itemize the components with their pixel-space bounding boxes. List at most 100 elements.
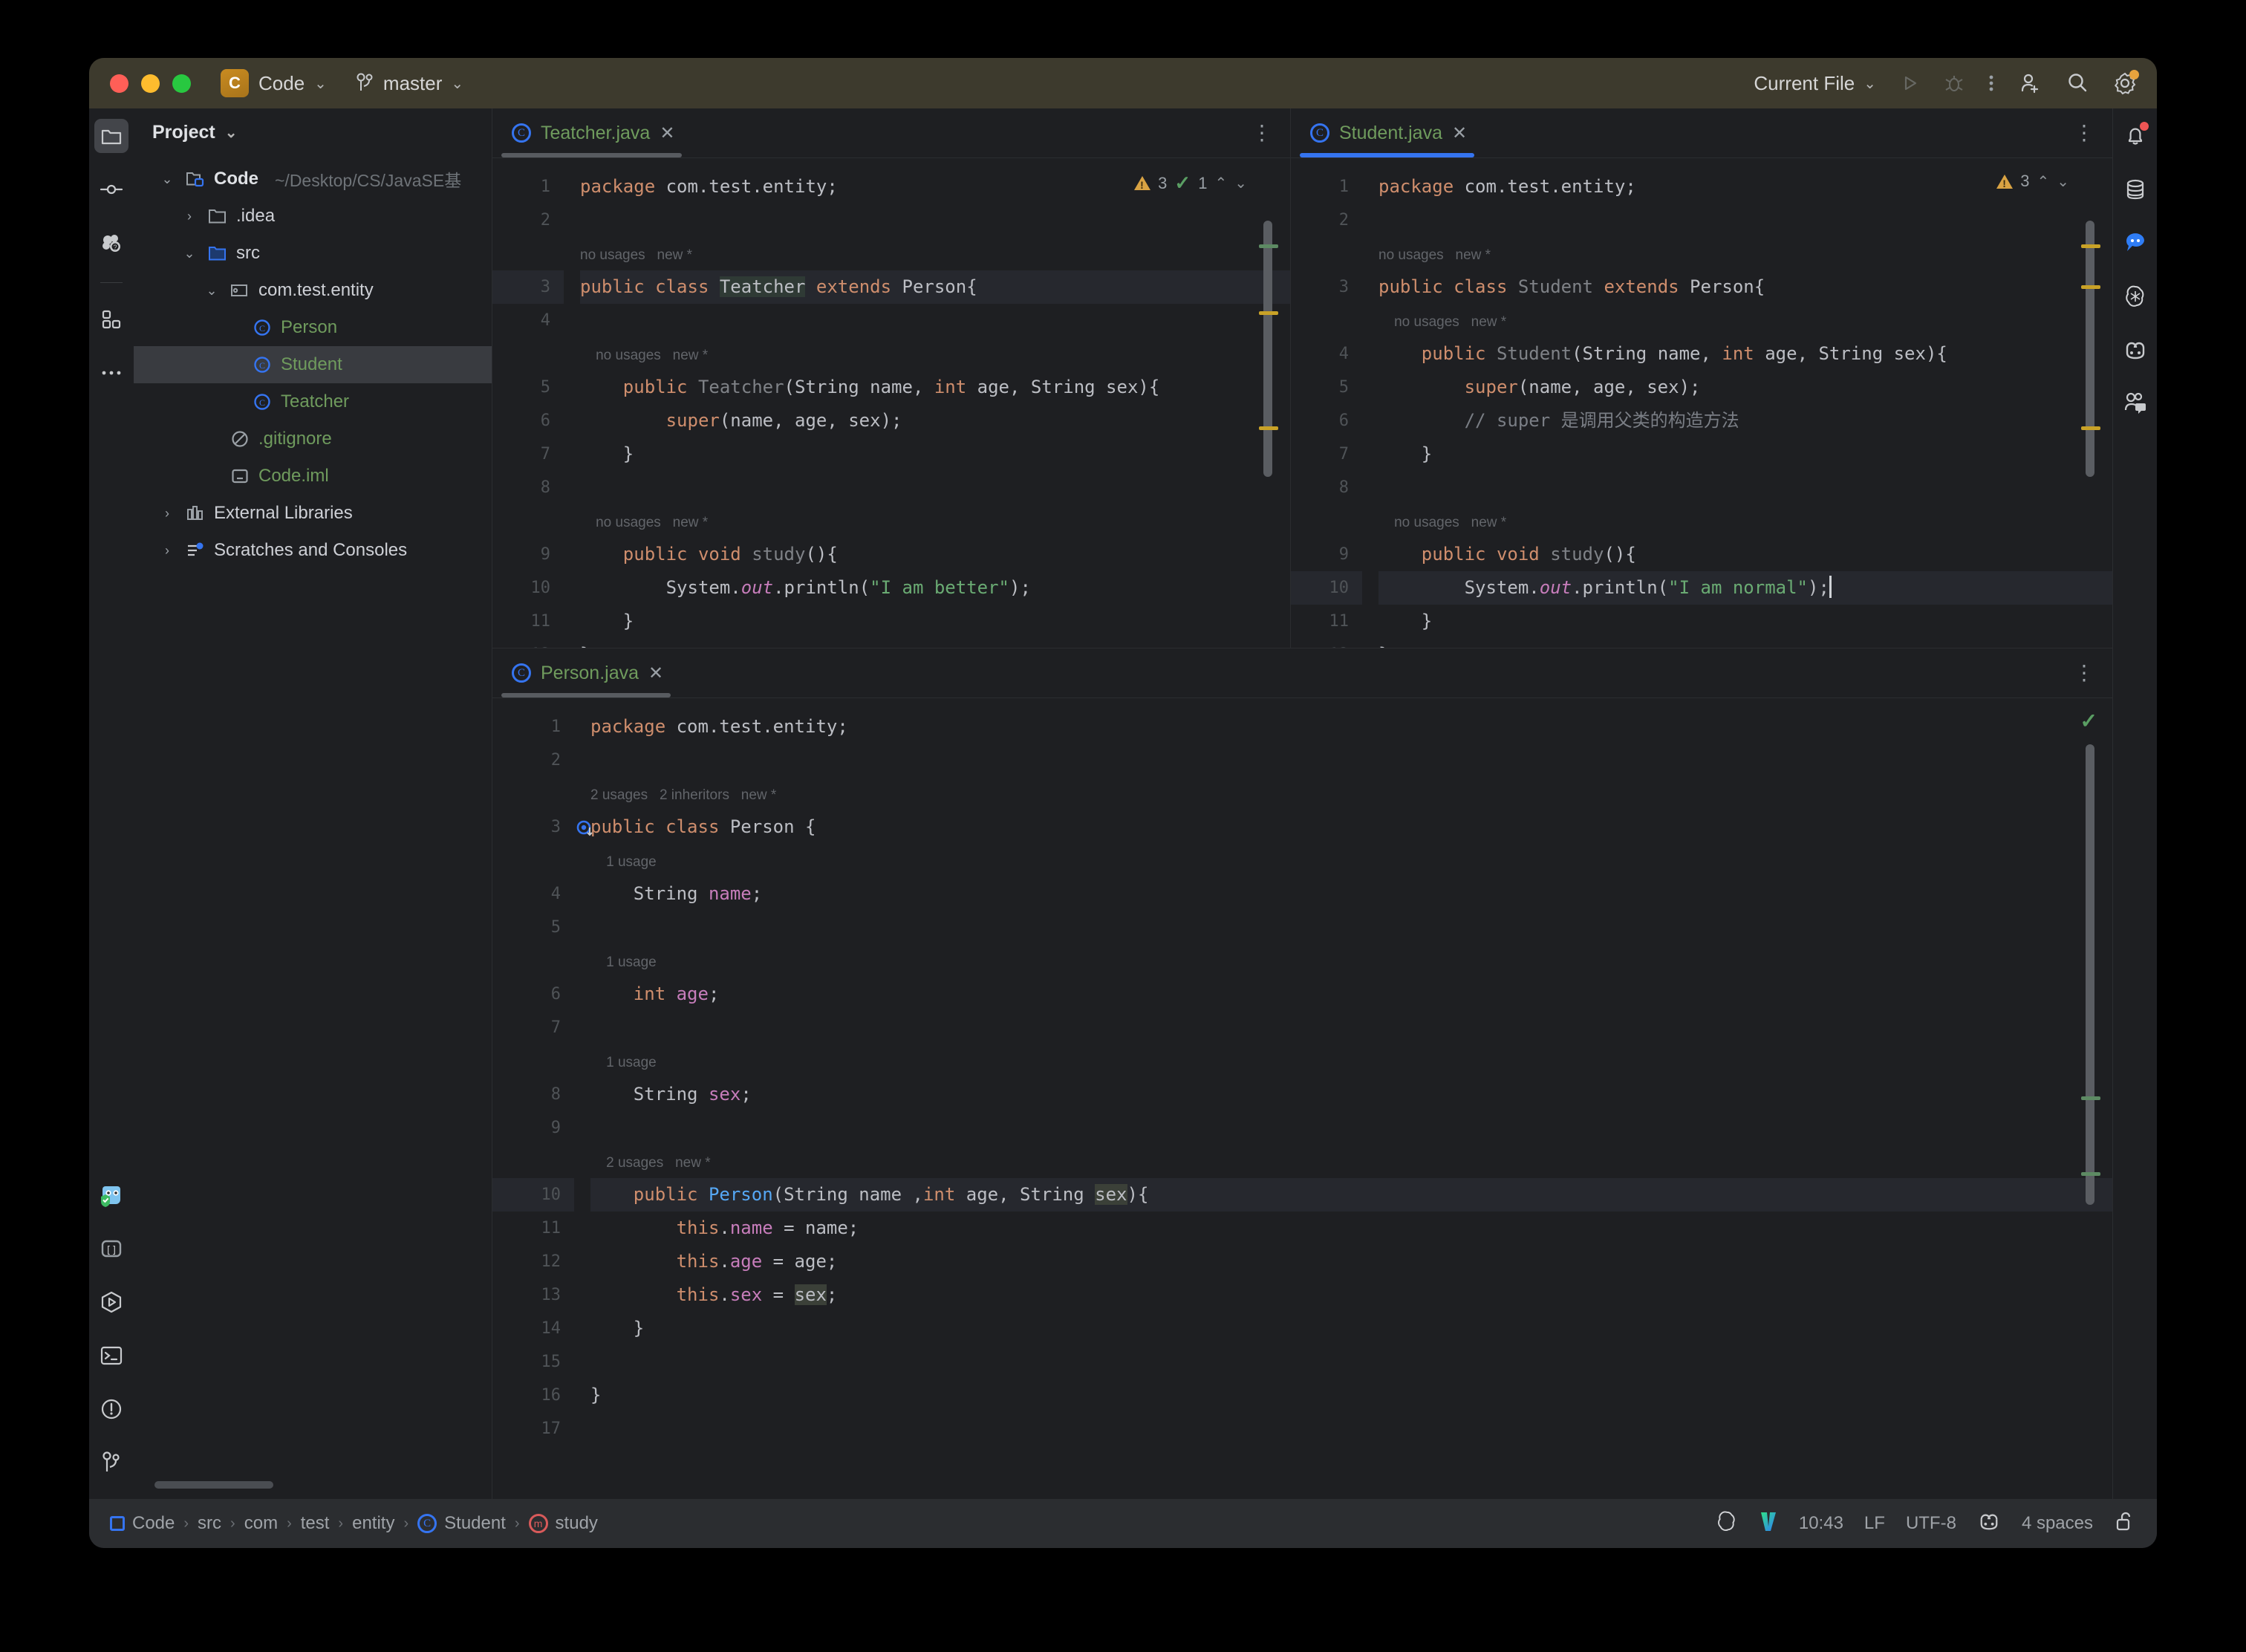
tree-item-person[interactable]: C Person xyxy=(134,309,492,346)
close-icon[interactable]: ✕ xyxy=(1452,123,1467,144)
sidebar-item-problems[interactable] xyxy=(94,1392,128,1426)
previous-problem-icon[interactable]: ⌃ xyxy=(2037,172,2049,191)
tree-item-gitignore[interactable]: .gitignore xyxy=(134,420,492,458)
sidebar-item-ai-assistant[interactable] xyxy=(94,1178,128,1212)
close-icon[interactable]: ✕ xyxy=(660,123,674,144)
branch-selector[interactable]: master ⌄ xyxy=(355,72,463,95)
tree-item-teatcher[interactable]: C Teatcher xyxy=(134,383,492,420)
debug-icon[interactable] xyxy=(1943,72,1965,94)
project-horizontal-scrollbar[interactable] xyxy=(154,1481,273,1489)
inlay-hint-text[interactable]: no usages new * xyxy=(1378,515,1506,530)
tab-person-java[interactable]: C Person.java ✕ xyxy=(492,648,680,697)
run-configuration-selector[interactable]: Current File ⌄ xyxy=(1754,72,1876,95)
next-problem-icon[interactable]: ⌄ xyxy=(1234,174,1247,192)
disclosure-triangle-icon[interactable]: ⌄ xyxy=(202,283,221,299)
disclosure-triangle-icon[interactable]: ⌄ xyxy=(157,172,177,187)
tree-item-code-iml[interactable]: Code.iml xyxy=(134,458,492,495)
tree-item-idea[interactable]: › .idea xyxy=(134,198,492,235)
editor-options-icon[interactable]: ⋮ xyxy=(1251,123,1272,143)
sidebar-item-chat[interactable] xyxy=(2118,226,2152,260)
sidebar-item-pull-requests[interactable]: ? xyxy=(94,226,128,260)
disclosure-triangle-icon[interactable]: › xyxy=(180,209,199,224)
tree-item-code[interactable]: ⌄ Code ~/Desktop/CS/JavaSE基 xyxy=(134,160,492,198)
editor-scrollbar-teatcher[interactable] xyxy=(1257,170,1278,643)
add-user-icon[interactable] xyxy=(2017,71,2042,96)
sidebar-item-commit[interactable] xyxy=(94,172,128,206)
sidebar-item-database-bracket[interactable]: [] xyxy=(94,1232,128,1266)
breadcrumb-item[interactable]: m study xyxy=(528,1513,598,1534)
disclosure-triangle-icon[interactable]: › xyxy=(157,506,177,521)
indent-setting[interactable]: 4 spaces xyxy=(2022,1513,2093,1534)
line-number-gutter[interactable]: 123 4 5 6 7 8 9 10 11 12 13 14 15 16 17 xyxy=(492,698,593,1499)
lock-open-icon[interactable] xyxy=(2114,1510,2135,1538)
more-actions-icon[interactable] xyxy=(1988,72,1995,94)
code-text-student[interactable]: package com.test.entity; no usages new *… xyxy=(1362,158,2112,648)
codegeex-face-icon[interactable] xyxy=(1977,1511,2001,1537)
sidebar-item-more-tool-windows[interactable] xyxy=(94,356,128,390)
tree-item-external-libraries[interactable]: › External Libraries xyxy=(134,495,492,532)
status-time[interactable]: 10:43 xyxy=(1799,1513,1843,1534)
disclosure-triangle-icon[interactable]: ⌄ xyxy=(180,246,199,261)
codegeex-v-icon[interactable] xyxy=(1759,1510,1778,1538)
next-problem-icon[interactable]: ⌄ xyxy=(2057,172,2069,191)
inlay-hint-text[interactable]: no usages new * xyxy=(580,348,708,363)
inlay-hint-text[interactable]: 2 usages 2 inheritors new * xyxy=(590,787,776,803)
run-icon[interactable] xyxy=(1898,72,1921,94)
tree-item-src[interactable]: ⌄ src xyxy=(134,235,492,272)
inlay-hint-text[interactable]: 1 usage xyxy=(590,1055,657,1070)
line-number-gutter[interactable]: 12345678910111213 xyxy=(492,158,564,648)
editor-scrollbar-student[interactable] xyxy=(2080,170,2100,643)
breadcrumb-item[interactable]: C Student xyxy=(417,1513,506,1534)
inlay-hint-text[interactable]: no usages new * xyxy=(580,515,708,530)
inlay-hint-text[interactable]: 1 usage xyxy=(590,955,657,970)
breadcrumb-item[interactable]: com xyxy=(244,1513,278,1534)
minimize-window-button[interactable] xyxy=(141,74,160,93)
line-number-gutter[interactable]: 12345678910111213 xyxy=(1291,158,1362,648)
sidebar-item-feedback[interactable] xyxy=(2118,386,2152,420)
inlay-hint-text[interactable]: 1 usage xyxy=(590,854,657,870)
sidebar-item-database[interactable] xyxy=(2118,172,2152,206)
code-text-person[interactable]: package com.test.entity; 2 usages 2 inhe… xyxy=(574,698,2112,1499)
breadcrumb-item[interactable]: entity xyxy=(352,1513,394,1534)
sidebar-item-git[interactable] xyxy=(94,1446,128,1480)
tree-item-com-test-entity[interactable]: ⌄ com.test.entity xyxy=(134,272,492,309)
breadcrumb-item[interactable]: test xyxy=(301,1513,330,1534)
sidebar-item-terminal[interactable] xyxy=(94,1339,128,1373)
editor-options-icon[interactable]: ⋮ xyxy=(2074,123,2094,143)
openai-icon[interactable] xyxy=(1716,1510,1738,1538)
search-icon[interactable] xyxy=(2065,71,2090,96)
project-selector[interactable]: C Code ⌄ xyxy=(221,69,327,97)
inlay-hint-text[interactable]: no usages new * xyxy=(580,247,692,263)
settings-gear-icon[interactable] xyxy=(2112,70,2139,96)
breadcrumb-item[interactable]: Code xyxy=(110,1513,175,1534)
sidebar-item-run[interactable] xyxy=(94,1285,128,1319)
editor-options-icon[interactable]: ⋮ xyxy=(2074,663,2094,683)
tree-item-scratches-and-consoles[interactable]: › Scratches and Consoles xyxy=(134,532,492,569)
line-separator[interactable]: LF xyxy=(1864,1513,1885,1534)
previous-problem-icon[interactable]: ⌃ xyxy=(1214,174,1227,192)
file-encoding[interactable]: UTF-8 xyxy=(1906,1513,1956,1534)
disclosure-triangle-icon[interactable]: › xyxy=(157,543,177,559)
tab-teatcher-java[interactable]: C Teatcher.java ✕ xyxy=(492,108,691,157)
inspection-widget-student[interactable]: 3 ⌃ ⌄ xyxy=(1996,172,2069,191)
inspection-widget-teatcher[interactable]: 3 ✓ 1 ⌃ ⌄ xyxy=(1134,172,1247,195)
editor-scrollbar-person[interactable] xyxy=(2080,710,2100,1495)
sidebar-item-project[interactable] xyxy=(94,119,128,153)
close-icon[interactable]: ✕ xyxy=(648,663,663,684)
tree-item-student[interactable]: C Student xyxy=(134,346,492,383)
maximize-window-button[interactable] xyxy=(172,74,191,93)
sidebar-item-notifications[interactable] xyxy=(2118,119,2152,153)
breadcrumb-item[interactable]: src xyxy=(198,1513,221,1534)
scrollbar-thumb[interactable] xyxy=(2086,221,2094,477)
sidebar-item-openai[interactable] xyxy=(2118,279,2152,313)
tab-student-java[interactable]: C Student.java ✕ xyxy=(1291,108,1483,157)
project-panel-header[interactable]: Project ⌄ xyxy=(134,108,492,156)
sidebar-item-codegeex[interactable] xyxy=(2118,333,2152,367)
scrollbar-thumb[interactable] xyxy=(2086,744,2094,1205)
sidebar-item-structure[interactable] xyxy=(94,302,128,336)
close-window-button[interactable] xyxy=(110,74,128,93)
scrollbar-thumb[interactable] xyxy=(1263,221,1272,477)
inlay-hint-text[interactable]: no usages new * xyxy=(1378,247,1491,263)
code-text-teatcher[interactable]: package com.test.entity; no usages new *… xyxy=(564,158,1290,648)
inlay-hint-text[interactable]: no usages new * xyxy=(1378,314,1506,330)
